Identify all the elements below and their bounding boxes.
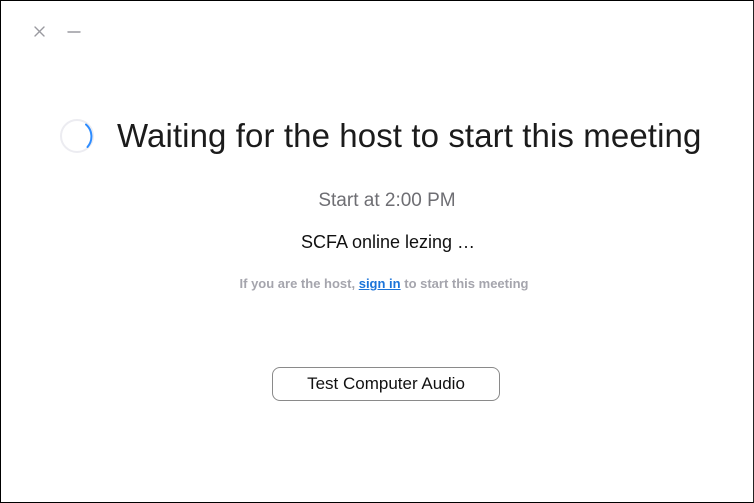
- test-computer-audio-button[interactable]: Test Computer Audio: [272, 367, 500, 401]
- close-icon[interactable]: [33, 25, 47, 39]
- sign-in-link[interactable]: sign in: [359, 276, 401, 291]
- page-title: Waiting for the host to start this meeti…: [117, 117, 702, 154]
- title-bar: [1, 1, 753, 37]
- minimize-icon[interactable]: [67, 25, 81, 39]
- meeting-start-time: Start at 2:00 PM: [318, 190, 456, 211]
- host-prompt-suffix: to start this meeting: [404, 276, 529, 291]
- meeting-window: Waiting for the host to start this meeti…: [0, 0, 754, 503]
- loading-spinner-icon: [59, 118, 95, 154]
- meeting-name: SCFA online lezing …: [300, 232, 476, 252]
- heading-row: Waiting for the host to start this meeti…: [59, 111, 701, 161]
- host-sign-in-prompt: If you are the host, sign in to start th…: [15, 276, 753, 291]
- host-prompt-prefix: If you are the host,: [239, 276, 356, 291]
